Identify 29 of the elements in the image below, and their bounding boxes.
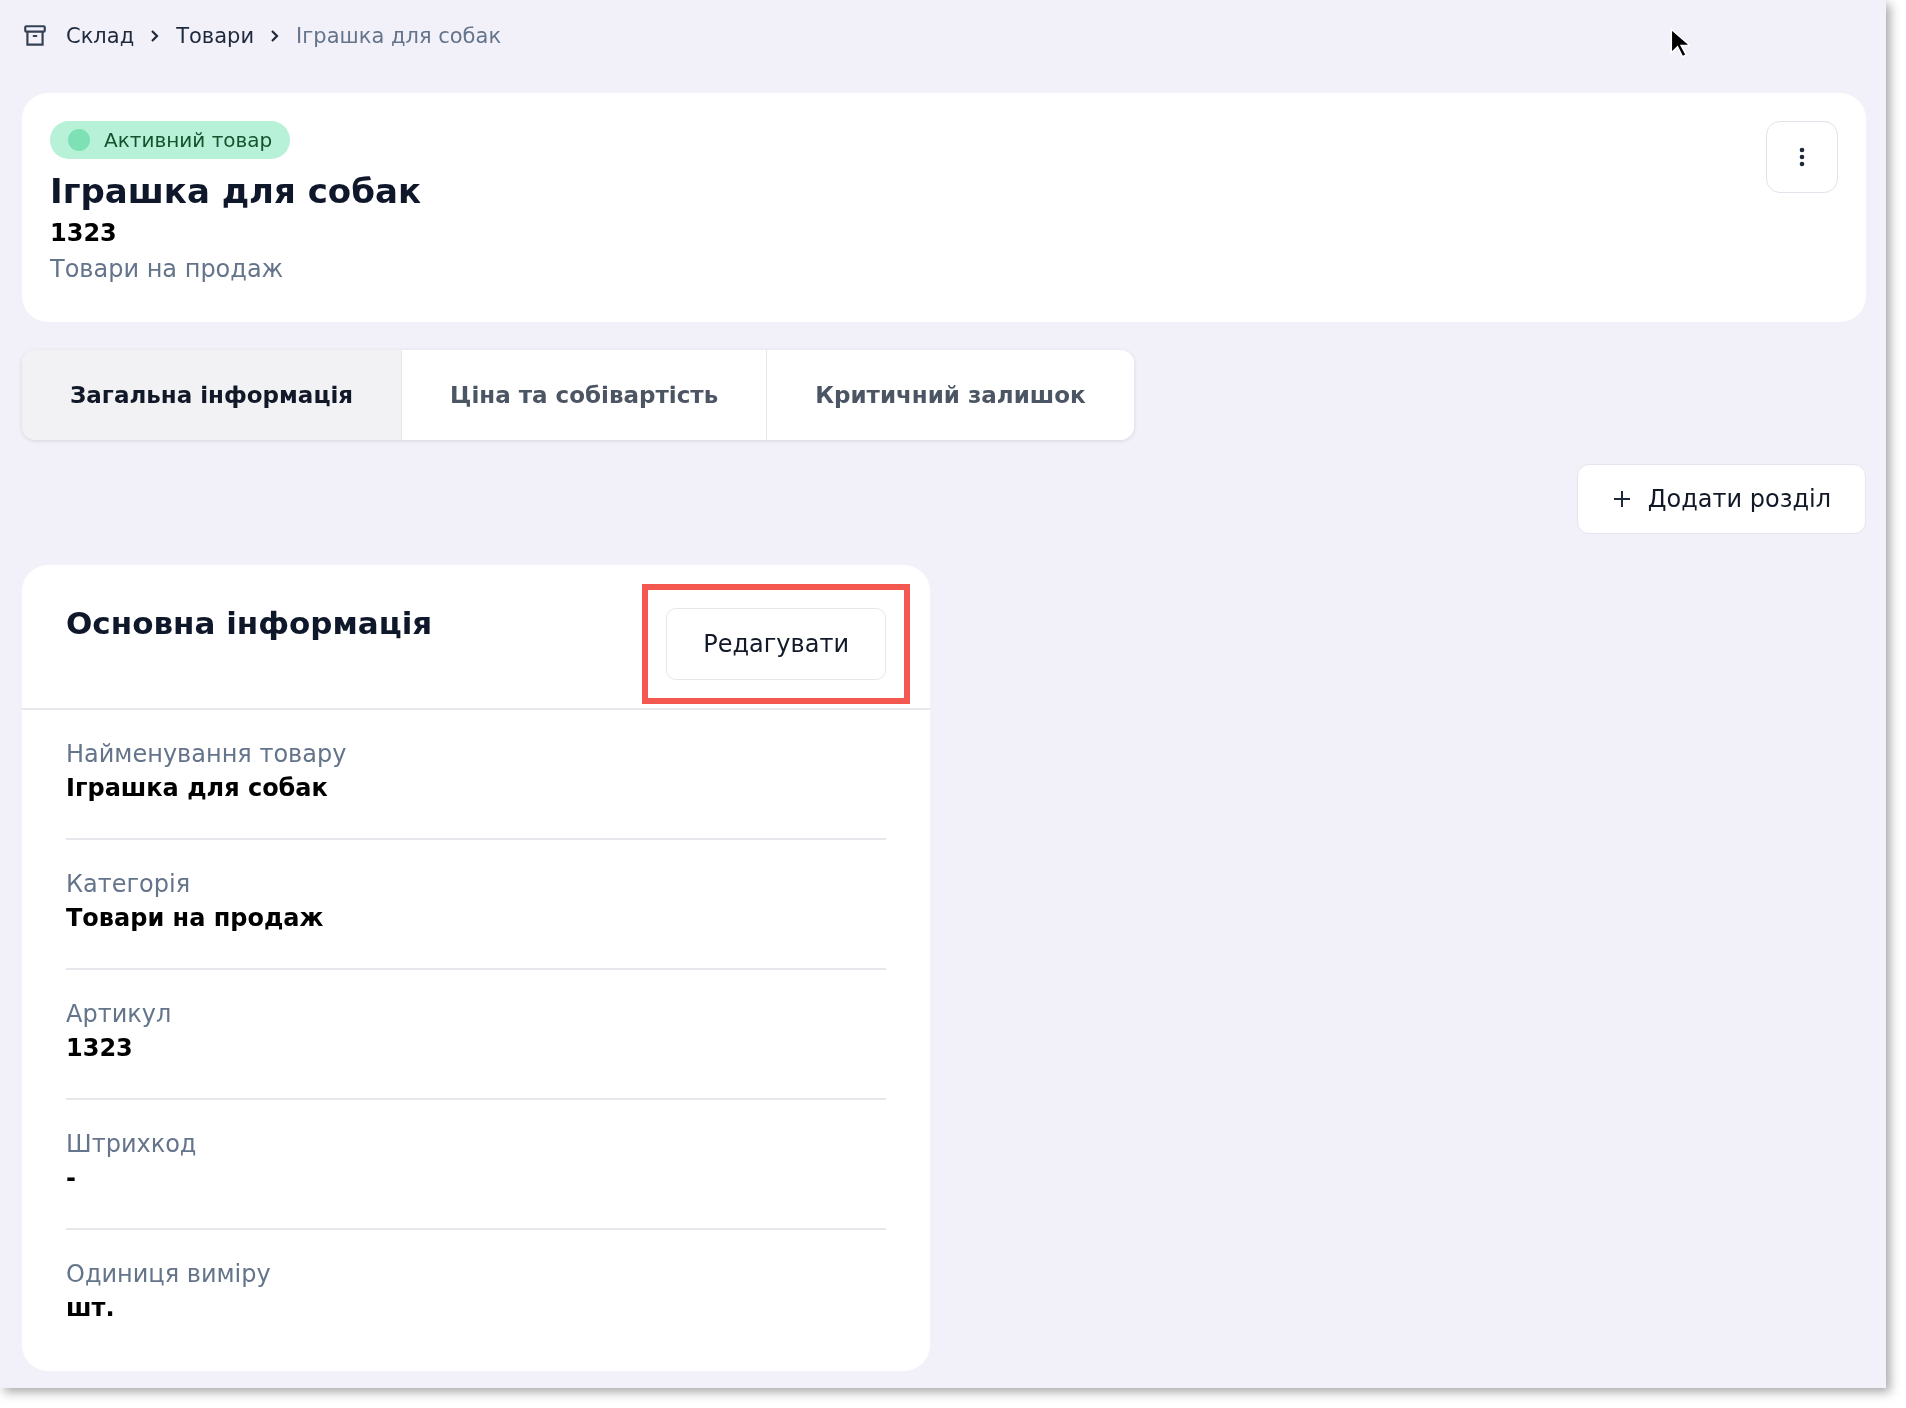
field-label: Одиниця виміру	[66, 1260, 272, 1288]
edit-button[interactable]: Редагувати	[666, 608, 886, 680]
plus-icon	[1611, 489, 1632, 509]
card-title: Основна інформація	[66, 605, 433, 641]
field-value: Іграшка для собак	[66, 774, 329, 802]
more-vertical-icon	[1799, 147, 1805, 167]
field-label: Артикул	[66, 1000, 173, 1028]
chevron-right-icon	[270, 29, 281, 43]
tab[interactable]: Загальна інформація	[22, 350, 403, 440]
chevron-right-icon	[150, 29, 161, 43]
tab[interactable]: Критичний залишок	[767, 350, 1134, 440]
tab[interactable]: Ціна та собівартість	[402, 350, 768, 440]
add-section-button[interactable]: Додати розділ	[1576, 464, 1866, 534]
field-value: 1323	[66, 1034, 134, 1062]
product-category: Товари на продаж	[50, 255, 284, 283]
field-value: -	[66, 1164, 77, 1192]
more-options-button[interactable]	[1766, 121, 1838, 193]
product-title: Іграшка для собак	[50, 171, 421, 211]
mouse-pointer-icon	[1670, 28, 1690, 58]
field-label: Найменування товару	[66, 740, 348, 768]
product-sku: 1323	[50, 219, 117, 247]
status-label: Активний товар	[104, 128, 273, 152]
archive-icon	[22, 23, 48, 49]
breadcrumb-link[interactable]: Склад	[66, 24, 135, 48]
field-label: Категорія	[66, 870, 192, 898]
breadcrumb-link[interactable]: Товари	[176, 24, 255, 48]
field-value: Товари на продаж	[66, 904, 325, 932]
field-label: Штрихкод	[66, 1130, 198, 1158]
field-value: шт.	[66, 1294, 116, 1322]
